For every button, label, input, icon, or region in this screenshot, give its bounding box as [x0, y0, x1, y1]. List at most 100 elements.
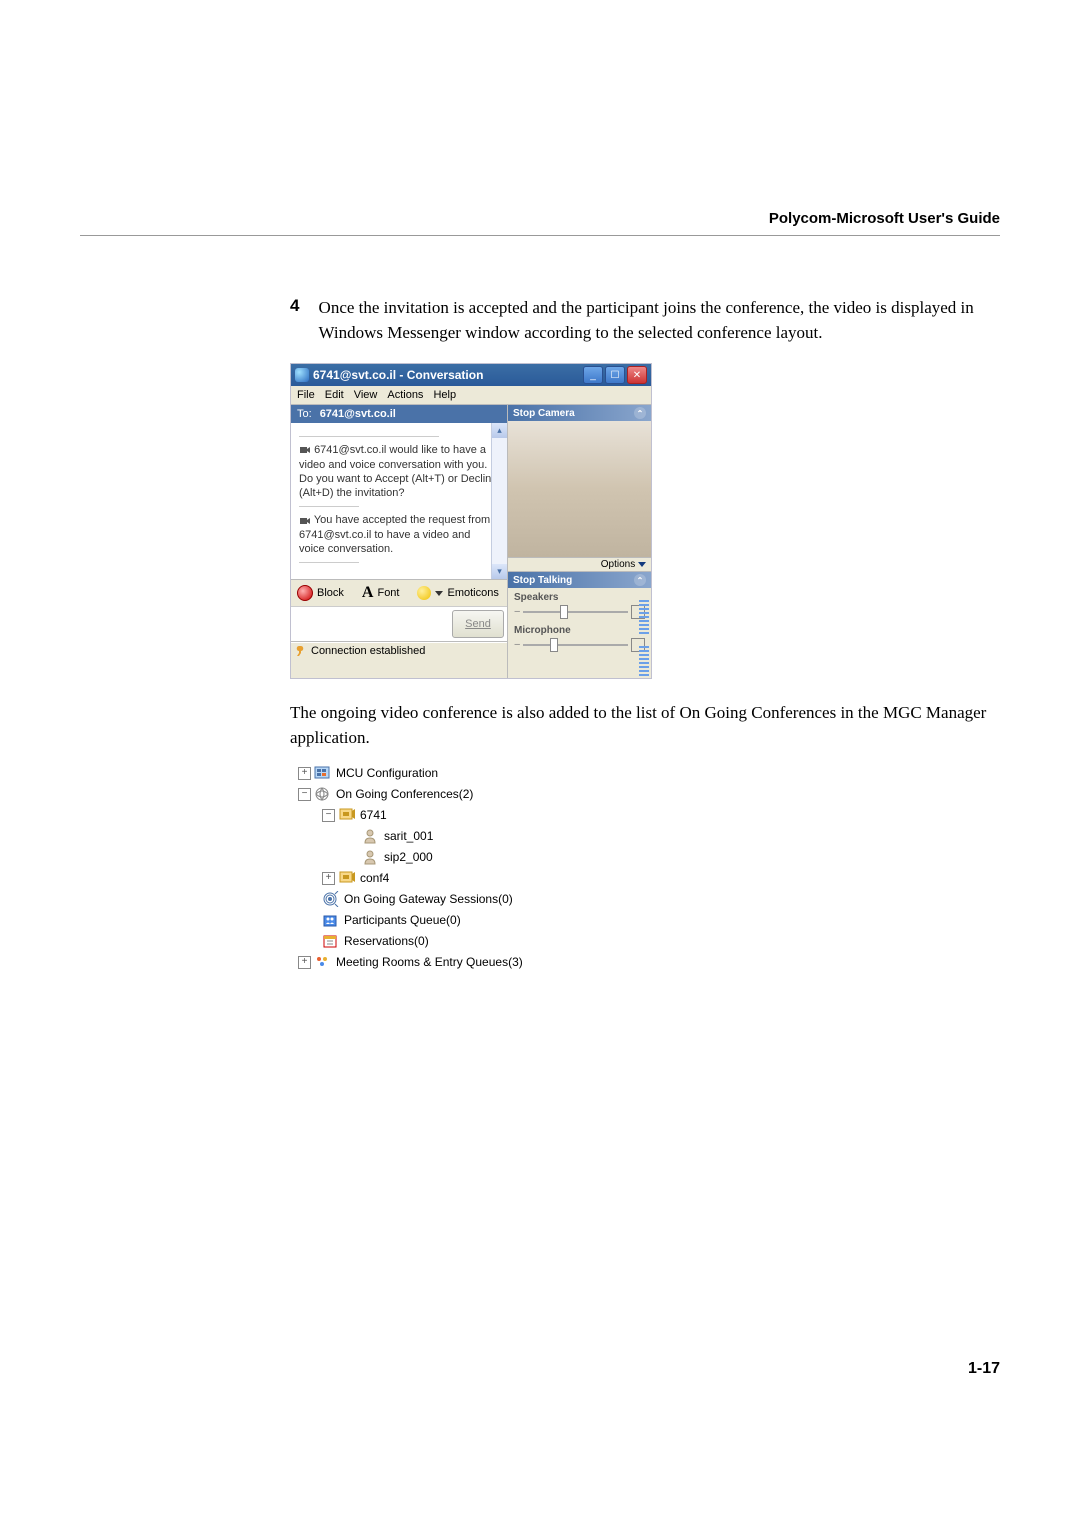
app-icon	[295, 368, 309, 382]
microphone-label: Microphone	[514, 625, 645, 636]
queue-label: Participants Queue(0)	[344, 913, 461, 927]
message-input[interactable]: Send	[291, 607, 507, 642]
font-label: Font	[377, 587, 399, 599]
conference-icon	[338, 870, 356, 886]
menubar: File Edit View Actions Help	[291, 386, 651, 405]
expand-icon[interactable]: +	[298, 767, 311, 780]
p1-label: sarit_001	[384, 829, 433, 843]
audio-panel: Speakers − Microphone −	[508, 588, 651, 678]
msg-divider	[299, 506, 359, 507]
block-label: Block	[317, 587, 344, 599]
tree-queue[interactable]: Participants Queue(0)	[290, 910, 590, 931]
speakers-label: Speakers	[514, 592, 645, 603]
stop-camera-label: Stop Camera	[513, 408, 575, 419]
window-title: 6741@svt.co.il - Conversation	[313, 368, 579, 382]
expand-icon[interactable]: +	[298, 956, 311, 969]
collapse-icon[interactable]: −	[298, 788, 311, 801]
tree-conf4[interactable]: + conf4	[290, 868, 590, 889]
block-button[interactable]: Block	[297, 585, 344, 601]
minimize-button[interactable]: _	[583, 366, 603, 384]
expand-icon[interactable]: +	[322, 872, 335, 885]
mcu-label: MCU Configuration	[336, 766, 438, 780]
header-rule	[80, 235, 1000, 236]
menu-edit[interactable]: Edit	[325, 389, 344, 401]
meeting-rooms-icon	[314, 954, 332, 970]
to-label: To:	[297, 408, 312, 420]
collapse-icon-2: ⌃	[634, 574, 646, 586]
window-body: To: 6741@svt.co.il 6741@svt.co.il would …	[291, 405, 651, 678]
scrollbar[interactable]: ▴ ▾	[491, 423, 507, 579]
messenger-window: 6741@svt.co.il - Conversation _ ☐ ✕ File…	[290, 363, 652, 679]
conversation-inner: 6741@svt.co.il would like to have a vide…	[291, 423, 507, 569]
scroll-down-arrow[interactable]: ▾	[492, 564, 507, 579]
conf2-label: conf4	[360, 871, 389, 885]
stop-talking-header[interactable]: Stop Talking ⌃	[508, 572, 651, 588]
mgc-tree: + MCU Configuration − On Going Conferenc…	[290, 763, 590, 973]
options-arrow-icon	[638, 562, 646, 567]
conference-icon	[338, 807, 356, 823]
conf1-label: 6741	[360, 808, 387, 822]
gateway-icon	[322, 891, 340, 907]
globe-icon	[314, 786, 332, 802]
person-icon	[362, 828, 380, 844]
person-icon	[362, 849, 380, 865]
tree-participant-2[interactable]: sip2_000	[290, 847, 590, 868]
tree-conf-6741[interactable]: − 6741	[290, 805, 590, 826]
ongoing-label: On Going Conferences(2)	[336, 787, 473, 801]
content-area: 4 Once the invitation is accepted and th…	[290, 296, 1000, 973]
tree-mcu[interactable]: + MCU Configuration	[290, 763, 590, 784]
speakers-vu	[639, 598, 649, 634]
microphone-vu	[639, 646, 649, 676]
to-bar: To: 6741@svt.co.il	[291, 405, 507, 423]
tree-participant-1[interactable]: sarit_001	[290, 826, 590, 847]
calendar-icon	[322, 933, 340, 949]
send-button[interactable]: Send	[452, 610, 504, 638]
menu-actions[interactable]: Actions	[387, 389, 423, 401]
options-bar[interactable]: Options	[508, 558, 651, 572]
menu-file[interactable]: File	[297, 389, 315, 401]
collapse-icon: ⌃	[634, 407, 646, 419]
message-1: 6741@svt.co.il would like to have a vide…	[299, 443, 499, 500]
emoticon-icon	[417, 586, 431, 600]
font-icon: A	[362, 584, 374, 602]
menu-help[interactable]: Help	[433, 389, 456, 401]
block-icon	[297, 585, 313, 601]
conversation-area: 6741@svt.co.il would like to have a vide…	[291, 423, 507, 580]
tree-ongoing[interactable]: − On Going Conferences(2)	[290, 784, 590, 805]
maximize-button[interactable]: ☐	[605, 366, 625, 384]
emoticons-button[interactable]: Emoticons	[417, 586, 498, 600]
step-number: 4	[290, 296, 301, 345]
page-number: 1-17	[968, 1360, 1000, 1378]
tree-meeting[interactable]: + Meeting Rooms & Entry Queues(3)	[290, 952, 590, 973]
meeting-label: Meeting Rooms & Entry Queues(3)	[336, 955, 523, 969]
emoticons-label: Emoticons	[447, 587, 498, 599]
left-column: To: 6741@svt.co.il 6741@svt.co.il would …	[291, 405, 507, 678]
queue-icon	[322, 912, 340, 928]
tree-reservations[interactable]: Reservations(0)	[290, 931, 590, 952]
gateway-label: On Going Gateway Sessions(0)	[344, 892, 513, 906]
collapse-icon[interactable]: −	[322, 809, 335, 822]
titlebar: 6741@svt.co.il - Conversation _ ☐ ✕	[291, 364, 651, 386]
stop-camera-header[interactable]: Stop Camera ⌃	[508, 405, 651, 421]
scroll-up-arrow[interactable]: ▴	[492, 423, 507, 438]
options-label: Options	[601, 559, 635, 570]
microphone-slider[interactable]: −	[514, 638, 645, 652]
msg1-text: 6741@svt.co.il would like to have a vide…	[299, 444, 497, 499]
msg-divider-2	[299, 562, 359, 563]
header-title: Polycom-Microsoft User's Guide	[80, 210, 1000, 227]
font-button[interactable]: A Font	[362, 584, 400, 602]
mcu-icon	[314, 765, 332, 781]
to-value: 6741@svt.co.il	[320, 408, 396, 420]
tree-gateway[interactable]: On Going Gateway Sessions(0)	[290, 889, 590, 910]
page-header: Polycom-Microsoft User's Guide	[0, 210, 1080, 244]
status-text: Connection established	[311, 645, 425, 657]
message-2: You have accepted the request from 6741@…	[299, 513, 499, 556]
right-column: Stop Camera ⌃ Options Stop Talking ⌃ Spe…	[507, 405, 651, 678]
menu-view[interactable]: View	[354, 389, 378, 401]
paragraph-2: The ongoing video conference is also add…	[290, 701, 1000, 750]
speakers-slider[interactable]: −	[514, 605, 645, 619]
window-buttons: _ ☐ ✕	[583, 366, 647, 384]
close-button[interactable]: ✕	[627, 366, 647, 384]
camera-icon	[299, 444, 311, 456]
msg2-text: You have accepted the request from 6741@…	[299, 514, 490, 555]
